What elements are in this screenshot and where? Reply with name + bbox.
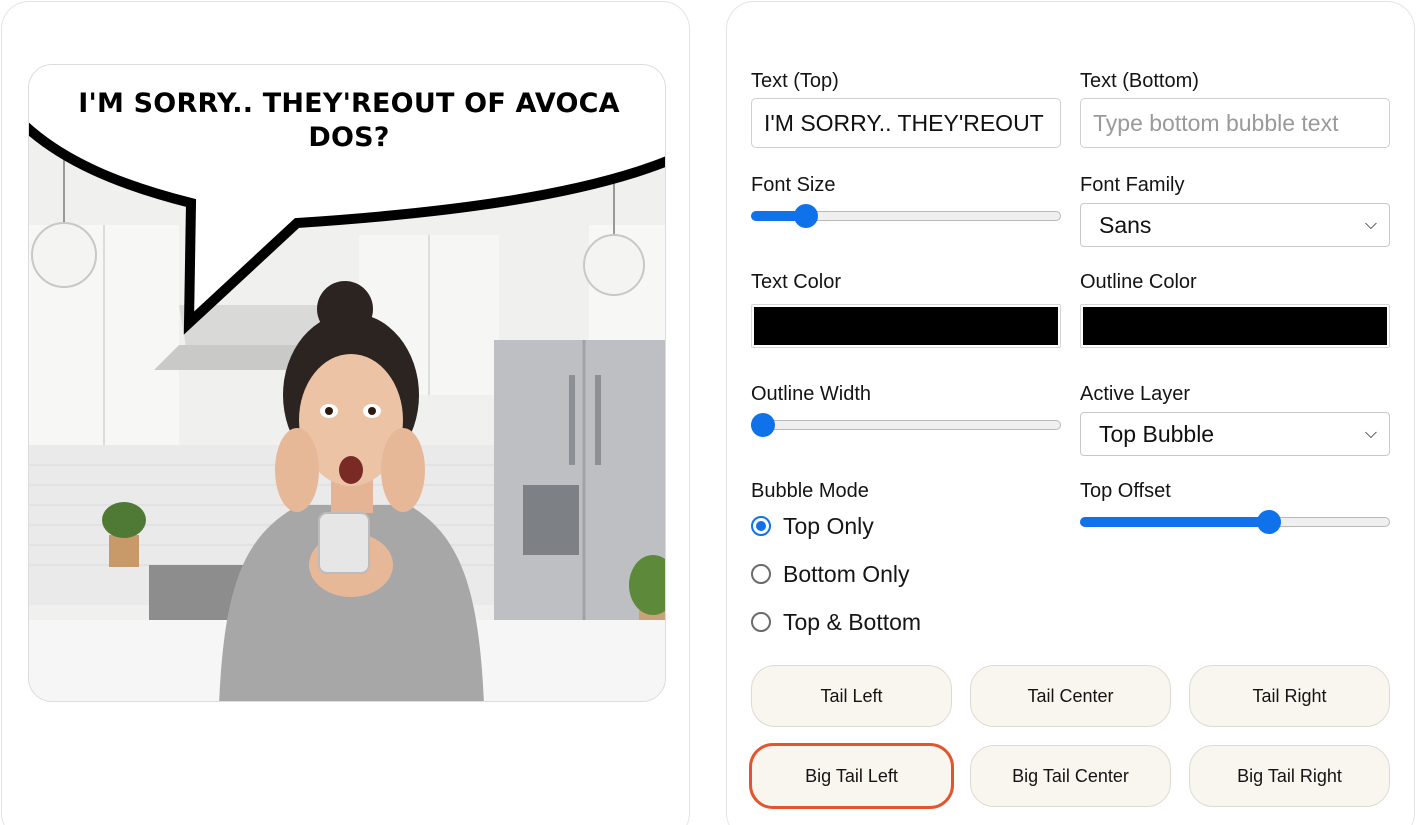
- text-bottom-input[interactable]: [1080, 98, 1390, 148]
- active-layer-value: Top Bubble: [1099, 421, 1215, 447]
- bubble-text: I'M SORRY.. THEY'REOUT OF AVOCADOS?: [78, 88, 620, 153]
- radio-label: Bottom Only: [783, 560, 910, 587]
- font-family-select[interactable]: Sans ⌵: [1080, 203, 1390, 247]
- big-tail-right-button[interactable]: Big Tail Right: [1189, 745, 1390, 807]
- slider-thumb[interactable]: [1257, 510, 1282, 534]
- top-offset-slider[interactable]: [1080, 510, 1390, 534]
- font-family-value: Sans: [1099, 212, 1152, 238]
- slider-thumb[interactable]: [793, 204, 818, 228]
- text-color-picker[interactable]: [751, 304, 1061, 348]
- slider-fill: [1080, 517, 1270, 527]
- outline-color-swatch: [1083, 307, 1387, 345]
- active-layer-select[interactable]: Top Bubble ⌵: [1080, 412, 1390, 456]
- chevron-down-icon: ⌵: [1364, 425, 1377, 442]
- radio-label: Top Only: [783, 512, 874, 539]
- text-bottom-label: Text (Bottom): [1080, 70, 1199, 92]
- font-size-slider[interactable]: [751, 204, 1061, 228]
- outline-width-label: Outline Width: [751, 383, 872, 405]
- big-tail-left-button[interactable]: Big Tail Left: [749, 743, 954, 809]
- bubble-mode-label: Bubble Mode: [751, 480, 869, 502]
- tail-center-button[interactable]: Tail Center: [970, 665, 1171, 727]
- radio-icon[interactable]: [751, 612, 771, 632]
- text-color-label: Text Color: [751, 271, 842, 293]
- outline-color-picker[interactable]: [1080, 304, 1390, 348]
- slider-track: [751, 420, 1061, 430]
- radio-label: Top & Bottom: [783, 608, 922, 635]
- bubble-mode-top-only[interactable]: Top Only: [751, 511, 874, 541]
- meme-illustration: [29, 65, 665, 701]
- bubble-mode-top-and-bottom[interactable]: Top & Bottom: [751, 607, 921, 637]
- slider-thumb[interactable]: [751, 413, 775, 437]
- chevron-down-icon: ⌵: [1364, 216, 1377, 233]
- text-top-label: Text (Top): [751, 70, 839, 92]
- bubble-mode-bottom-only[interactable]: Bottom Only: [751, 559, 910, 589]
- top-offset-label: Top Offset: [1080, 480, 1171, 502]
- active-layer-label: Active Layer: [1080, 383, 1191, 405]
- preview-panel: I'M SORRY.. THEY'REOUT OF AVOCADOS?: [1, 1, 690, 825]
- controls-panel: Text (Top) Text (Bottom) Font Size Font …: [726, 1, 1415, 825]
- outline-color-label: Outline Color: [1080, 271, 1197, 293]
- tail-right-button[interactable]: Tail Right: [1189, 665, 1390, 727]
- text-color-swatch: [754, 307, 1058, 345]
- big-tail-center-button[interactable]: Big Tail Center: [970, 745, 1171, 807]
- meme-canvas[interactable]: I'M SORRY.. THEY'REOUT OF AVOCADOS?: [28, 64, 666, 702]
- font-size-label: Font Size: [751, 174, 836, 196]
- outline-width-slider[interactable]: [751, 413, 1061, 437]
- font-family-label: Font Family: [1080, 174, 1185, 196]
- radio-icon[interactable]: [751, 564, 771, 584]
- text-top-input[interactable]: [751, 98, 1061, 148]
- tail-left-button[interactable]: Tail Left: [751, 665, 952, 727]
- radio-icon[interactable]: [751, 516, 771, 536]
